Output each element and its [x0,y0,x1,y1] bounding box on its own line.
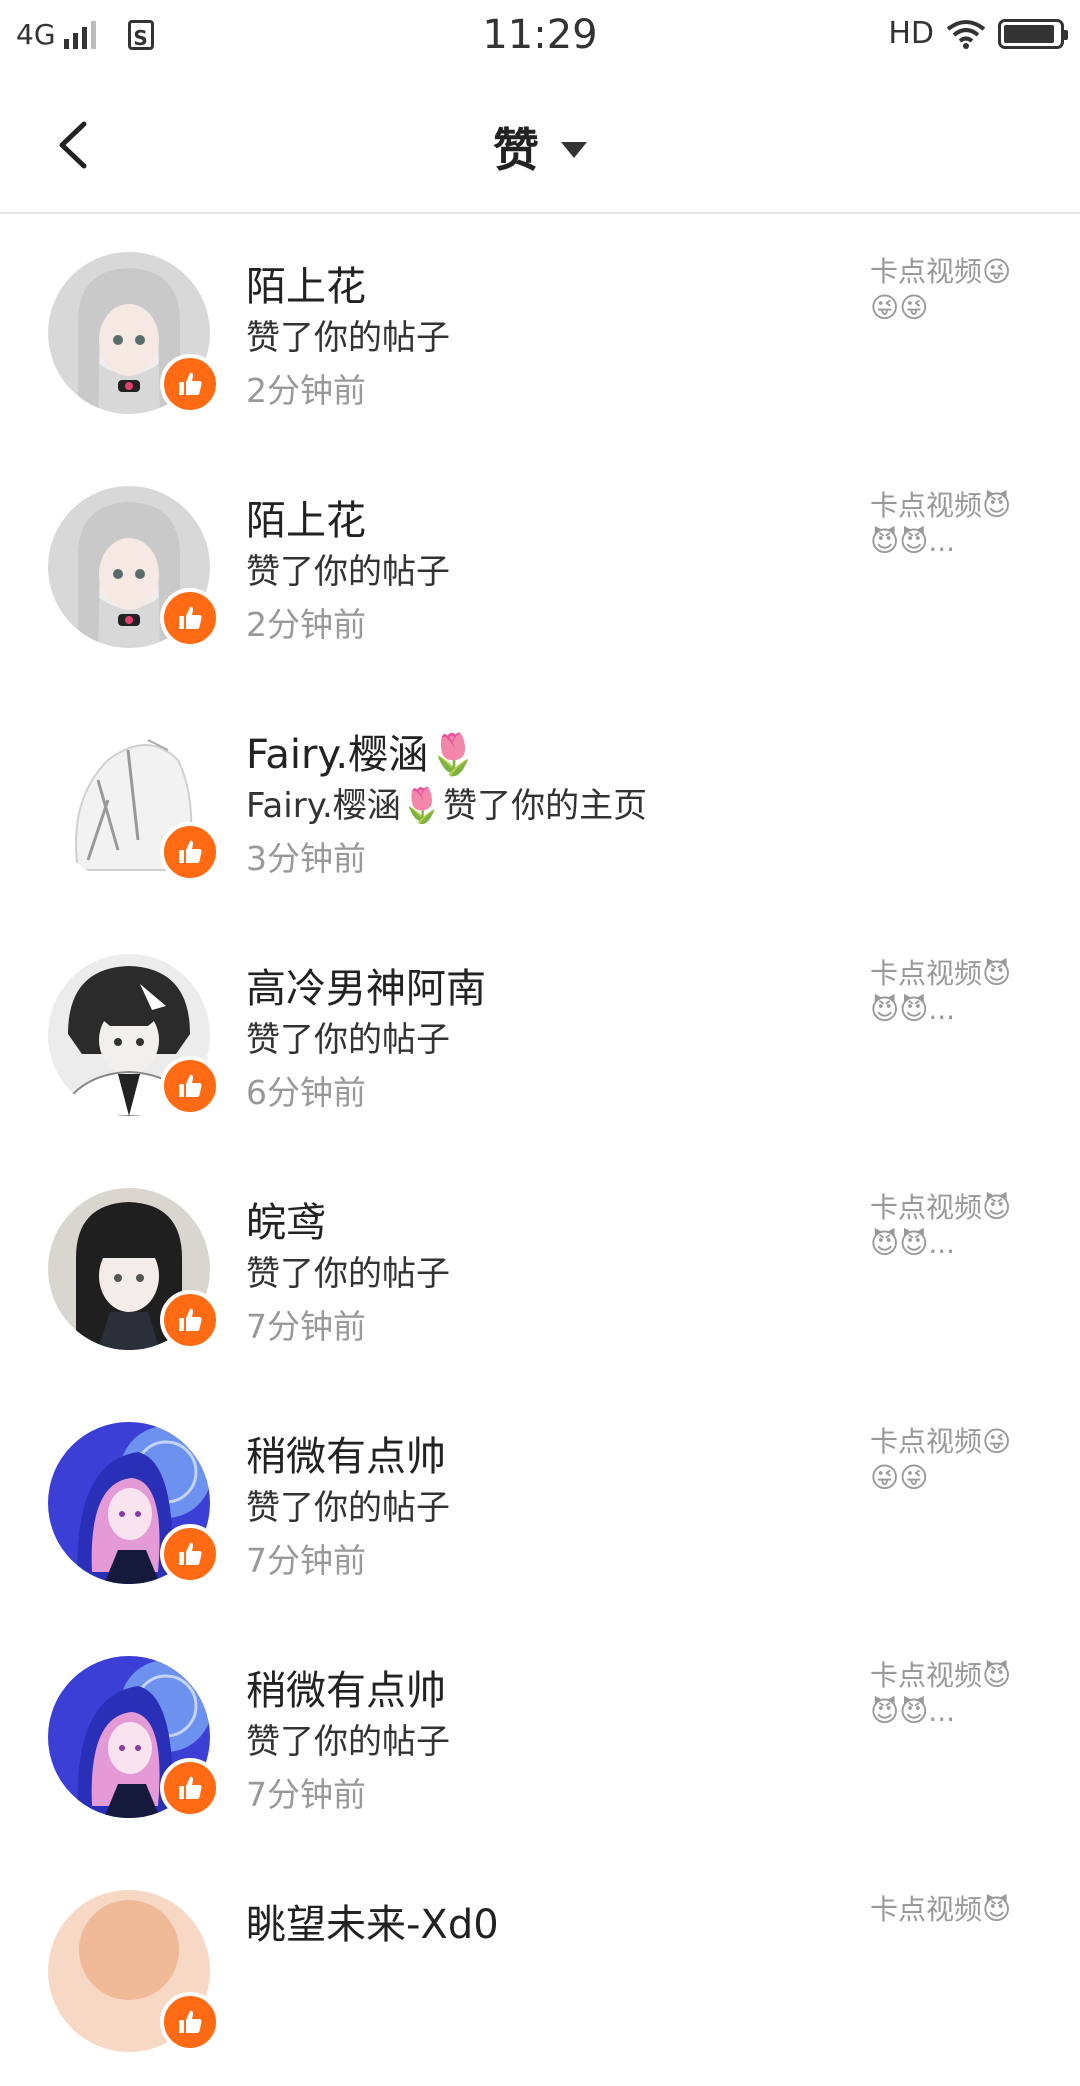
status-right: HD [888,16,1068,51]
avatar-wrapper [48,1188,220,1350]
like-badge [160,822,220,882]
like-badge [160,1524,220,1584]
post-preview[interactable]: 卡点视频😜😜😜 [870,254,1030,326]
user-name[interactable]: 皖鸢 [246,1190,326,1248]
like-badge [160,1992,220,2052]
caret-down-icon [561,142,587,158]
hd-label: HD [888,16,934,51]
timestamp: 7分钟前 [246,1541,366,1580]
like-badge [160,1290,220,1350]
avatar-wrapper [48,720,220,882]
action-text: Fairy.樱涵🌷赞了你的主页 [246,786,648,826]
user-name[interactable]: Fairy.樱涵🌷 [246,722,478,780]
filter-dropdown[interactable]: 赞 [0,114,1080,180]
notification-item[interactable]: 高冷男神阿南赞了你的帖子 6分钟前 卡点视频😈😈😈... [0,916,1080,1150]
notification-item[interactable]: 稍微有点帅赞了你的帖子 7分钟前 卡点视频😜😜😜 [0,1384,1080,1618]
avatar-wrapper [48,486,220,648]
notification-item[interactable]: 陌上花赞了你的帖子 2分钟前 卡点视频😈😈😈... [0,448,1080,682]
post-preview[interactable]: 卡点视频😈😈😈... [870,1190,1030,1262]
notification-item[interactable]: Fairy.樱涵🌷 Fairy.樱涵🌷赞了你的主页 3分钟前 [0,682,1080,916]
timestamp: 7分钟前 [246,1775,366,1814]
battery-icon [998,18,1068,49]
thumbs-up-icon [179,606,202,629]
thumbs-up-icon [179,1074,202,1097]
user-name[interactable]: 陌上花 [246,488,366,546]
post-preview[interactable]: 卡点视频😈 [870,1892,1030,1928]
timestamp: 7分钟前 [246,1307,366,1346]
thumbs-up-icon [179,1776,202,1799]
notification-item[interactable]: 眺望未来-Xd0 卡点视频😈 [0,1852,1080,2086]
user-name[interactable]: 稍微有点帅 [246,1658,446,1716]
like-badge [160,1758,220,1818]
action-text: 赞了你的帖子 [246,318,450,358]
user-name[interactable]: 陌上花 [246,254,366,312]
like-badge [160,1056,220,1116]
like-badge [160,588,220,648]
thumbs-up-icon [179,372,202,395]
user-name[interactable]: 眺望未来-Xd0 [246,1892,499,1950]
post-preview[interactable]: 卡点视频😈😈😈... [870,488,1030,560]
thumbs-up-icon [179,840,202,863]
avatar-wrapper [48,954,220,1116]
post-preview[interactable]: 卡点视频😜😜😜 [870,1424,1030,1496]
top-nav-bar: 赞 [0,74,1080,214]
user-name[interactable]: 稍微有点帅 [246,1424,446,1482]
action-text: 赞了你的帖子 [246,552,450,592]
post-preview[interactable]: 卡点视频😈😈😈... [870,1658,1030,1730]
status-bar: 4G S 11:29 HD [0,0,1080,74]
avatar-wrapper [48,1656,220,1818]
avatar-wrapper [48,252,220,414]
avatar-wrapper [48,1890,220,2052]
wifi-icon [946,19,986,49]
notification-item[interactable]: 皖鸢赞了你的帖子 7分钟前 卡点视频😈😈😈... [0,1150,1080,1384]
timestamp: 2分钟前 [246,371,366,410]
thumbs-up-icon [179,1308,202,1331]
thumbs-up-icon [179,2010,202,2033]
action-text: 赞了你的帖子 [246,1020,450,1060]
timestamp: 6分钟前 [246,1073,366,1112]
thumbs-up-icon [179,1542,202,1565]
notification-list: 陌上花 赞了你的帖子 2分钟前 卡点视频😜😜😜 陌上花 赞了你的帖子 2分钟前 卡点视频😈😈… [0,214,1080,2086]
action-text: 赞了你的帖子 [246,1254,450,1294]
page-title: 赞 [493,123,539,177]
action-text: 赞了你的帖子 [246,1488,450,1528]
post-preview[interactable]: 卡点视频😈😈😈... [870,956,1030,1028]
user-name[interactable]: 高冷男神阿南 [246,956,486,1014]
notification-item[interactable]: 陌上花赞了你的帖子 2分钟前 卡点视频😜😜😜 [0,214,1080,448]
action-text: 赞了你的帖子 [246,1722,450,1762]
notification-item[interactable]: 稍微有点帅赞了你的帖子 7分钟前 卡点视频😈😈😈... [0,1618,1080,1852]
timestamp: 2分钟前 [246,605,366,644]
timestamp: 3分钟前 [246,839,366,878]
avatar-wrapper [48,1422,220,1584]
like-badge [160,354,220,414]
